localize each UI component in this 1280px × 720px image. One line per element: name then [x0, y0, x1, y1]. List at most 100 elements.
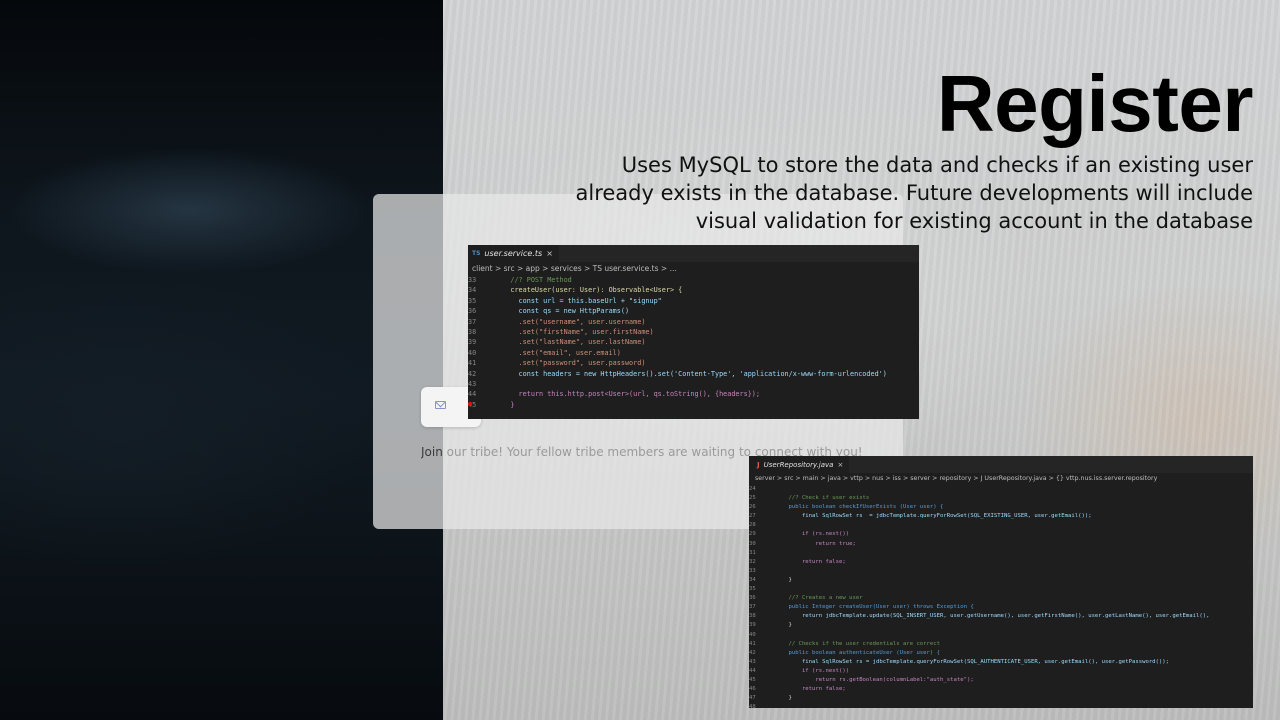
java-file-icon: J [757, 460, 760, 469]
code-editor-user-repository: J UserRepository.java × server > src > m… [749, 456, 1253, 708]
code-line: 43 [468, 379, 919, 389]
code-line: 42 public boolean authenticateUser (User… [749, 649, 1253, 658]
line-number: 35 [468, 296, 477, 305]
code-line: 33 [749, 567, 1253, 576]
close-icon[interactable]: × [546, 249, 553, 258]
line-number: 25 [749, 495, 756, 502]
line-code: } [775, 622, 792, 629]
line-number: 47 [749, 695, 756, 702]
breakpoint-icon [468, 402, 472, 406]
line-number: 36 [749, 595, 756, 602]
editor-tab-user-repository[interactable]: J UserRepository.java × [749, 456, 850, 473]
line-number: 32 [749, 558, 756, 565]
line-number: 37 [468, 317, 477, 326]
line-code: .set("password", user.password) [494, 359, 646, 368]
code-line: 24 [749, 485, 1253, 494]
mail-icon [435, 401, 446, 409]
code-line: 35 [749, 585, 1253, 594]
line-number: 27 [749, 513, 756, 520]
breadcrumb[interactable]: client > src > app > services > TS user.… [468, 262, 919, 275]
line-code: return jdbcTemplate.update(SQL_INSERT_US… [775, 613, 1210, 620]
line-code: const headers = new HttpHeaders().set('C… [494, 369, 887, 378]
code-line: 46 return false; [749, 685, 1253, 694]
line-code: final SqlRowSet rs = jdbcTemplate.queryF… [775, 658, 1170, 665]
line-number: 48 [749, 704, 756, 708]
code-line: 25 //? Check if user exists [749, 494, 1253, 503]
line-code: .set("lastName", user.lastName) [494, 338, 646, 347]
code-line: 33 //? POST Method [468, 275, 919, 285]
line-number: 42 [749, 649, 756, 656]
breadcrumb[interactable]: server > src > main > java > vttp > nus … [749, 473, 1253, 485]
line-code: //? Check if user exists [775, 495, 870, 502]
line-code: } [494, 400, 515, 409]
line-number: 33 [749, 567, 756, 574]
line-number: 40 [468, 348, 477, 357]
editor-tab-user-service[interactable]: TS user.service.ts × [468, 245, 559, 262]
code-line: 45 } [468, 400, 919, 410]
code-line: 30 return true; [749, 540, 1253, 549]
line-number: 24 [749, 486, 756, 492]
code-line: 34 createUser(user: User): Observable<Us… [468, 285, 919, 295]
code-line: 29 if (rs.next()) [749, 530, 1253, 539]
line-code: } [775, 695, 792, 702]
line-code: if (rs.next()) [775, 667, 850, 674]
code-line: 31 [749, 549, 1253, 558]
code-line: 36 //? Creates a new user [749, 594, 1253, 603]
line-code: public boolean checkIfUserExists (User u… [775, 504, 944, 511]
line-number: 34 [468, 286, 477, 295]
line-number: 45 [468, 400, 477, 409]
line-number: 35 [749, 586, 756, 593]
code-editor-user-service: TS user.service.ts × client > src > app … [468, 245, 919, 419]
code-line: 39 .set("lastName", user.lastName) [468, 337, 919, 347]
typescript-file-icon: TS [472, 250, 481, 257]
line-number: 43 [749, 658, 756, 665]
line-code: return false; [775, 686, 846, 693]
page-description: Uses MySQL to store the data and checks … [575, 153, 1253, 233]
line-number: 42 [468, 369, 477, 378]
line-number: 44 [468, 390, 477, 399]
code-line: 43 final SqlRowSet rs = jdbcTemplate.que… [749, 658, 1253, 667]
editor-tab-label: user.service.ts [484, 249, 543, 258]
code-line: 41 .set("password", user.password) [468, 358, 919, 368]
code-line: 47 } [749, 694, 1253, 703]
line-number: 29 [749, 531, 756, 538]
code-line: 39 } [749, 621, 1253, 630]
line-code: return false; [775, 558, 846, 565]
tagline-visible-text: Join [421, 445, 443, 459]
code-line: 44 if (rs.next()) [749, 667, 1253, 676]
line-code: public boolean authenticateUser (User us… [775, 649, 941, 656]
line-code: .set("username", user.username) [494, 317, 646, 326]
code-line: 34 } [749, 576, 1253, 585]
line-code: // Checks if the user credentials are co… [775, 640, 941, 647]
line-number: 37 [749, 604, 756, 611]
code-line: 38 return jdbcTemplate.update(SQL_INSERT… [749, 612, 1253, 621]
line-number: 34 [749, 576, 756, 583]
line-number: 36 [468, 307, 477, 316]
line-number: 45 [749, 676, 756, 683]
code-lines[interactable]: 24 25 //? Check if user exists 26 public… [749, 485, 1253, 708]
line-number: 43 [468, 379, 477, 388]
line-number: 31 [749, 549, 756, 556]
code-line: 42 const headers = new HttpHeaders().set… [468, 369, 919, 379]
line-number: 38 [468, 327, 477, 336]
line-number: 38 [749, 613, 756, 620]
code-line: 37 public Integer createUser(User user) … [749, 603, 1253, 612]
line-number: 39 [468, 338, 477, 347]
close-icon[interactable]: × [837, 461, 843, 469]
line-number: 46 [749, 686, 756, 693]
line-number: 41 [749, 640, 756, 647]
line-code: //? Creates a new user [775, 595, 863, 602]
code-line: 35 const url = this.baseUrl + "signup" [468, 296, 919, 306]
line-number: 40 [749, 631, 756, 638]
line-code: return true; [775, 540, 856, 547]
line-number: 28 [749, 522, 756, 529]
line-number: 44 [749, 667, 756, 674]
code-line: 45 return rs.getBoolean(columnLabel:"aut… [749, 676, 1253, 685]
line-number: 41 [468, 359, 477, 368]
line-code: public Integer createUser(User user) thr… [775, 604, 974, 611]
line-number: 33 [468, 276, 477, 284]
line-code: .set("firstName", user.firstName) [494, 327, 654, 336]
code-lines[interactable]: 33 //? POST Method 34 createUser(user: U… [468, 275, 919, 410]
line-code: const qs = new HttpParams() [494, 307, 630, 316]
line-code: const url = this.baseUrl + "signup" [494, 296, 662, 305]
